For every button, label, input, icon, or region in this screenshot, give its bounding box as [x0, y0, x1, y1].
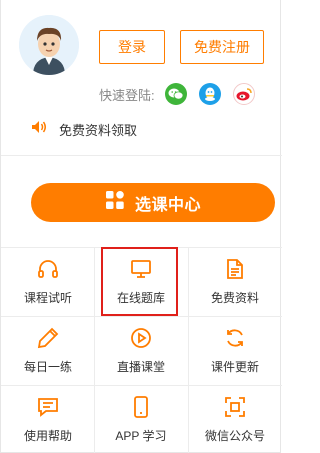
register-button[interactable]: 免费注册: [180, 30, 264, 64]
quick-login-label: 快速登陆:: [99, 87, 155, 103]
monitor-icon: [129, 257, 153, 281]
quick-login: 快速登陆:: [99, 83, 267, 105]
grid-item-label: 微信公众号: [204, 429, 265, 443]
document-icon: [223, 257, 247, 281]
user-panel: 登录 免费注册 快速登陆: 免费资料领取 选课中心 课程试听 在线题库 免费资料…: [0, 0, 282, 453]
qq-icon[interactable]: [198, 83, 221, 105]
free-materials-link[interactable]: 免费资料领取: [31, 120, 137, 138]
play-icon: [129, 326, 153, 350]
grid-item-live-class[interactable]: 直播课堂: [94, 316, 188, 385]
course-center-label: 选课中心: [134, 196, 201, 214]
grid-item-free-materials[interactable]: 免费资料: [188, 247, 282, 316]
grid-item-label: 课程试听: [23, 291, 72, 305]
scan-icon: [223, 395, 247, 419]
grid-item-label: APP 学习: [115, 429, 167, 443]
grid-item-daily-practice[interactable]: 每日一练: [1, 316, 95, 385]
headphones-icon: [36, 257, 60, 281]
grid-item-courseware-update[interactable]: 课件更新: [188, 316, 282, 385]
grid-item-label: 免费资料: [210, 291, 259, 305]
speaker-icon: [31, 120, 47, 139]
avatar: [19, 15, 79, 75]
chat-icon: [36, 395, 60, 419]
login-button[interactable]: 登录: [99, 30, 165, 64]
grid-item-label: 使用帮助: [23, 429, 72, 443]
grid-item-help[interactable]: 使用帮助: [1, 385, 95, 453]
quick-links-grid: 课程试听 在线题库 免费资料 每日一练 直播课堂 课件更新 使用帮助 APP 学…: [1, 247, 282, 453]
free-materials-label: 免费资料领取: [59, 122, 138, 138]
grid-item-online-question-bank[interactable]: 在线题库: [94, 247, 188, 316]
wechat-icon[interactable]: [164, 83, 187, 105]
course-center-button[interactable]: 选课中心: [31, 183, 275, 222]
grid-item-label: 每日一练: [23, 360, 72, 374]
refresh-icon: [223, 326, 247, 350]
grid-item-app-learning[interactable]: APP 学习: [94, 385, 188, 453]
grid-item-wechat-official[interactable]: 微信公众号: [188, 385, 282, 453]
grid-icon: [105, 190, 125, 215]
grid-item-label: 课件更新: [210, 360, 259, 374]
grid-item-course-trial[interactable]: 课程试听: [1, 247, 95, 316]
grid-item-label: 在线题库: [116, 291, 165, 305]
phone-icon: [129, 395, 153, 419]
pencil-icon: [36, 326, 60, 350]
weibo-icon[interactable]: [232, 83, 255, 105]
divider: [1, 155, 282, 156]
grid-item-label: 直播课堂: [116, 360, 165, 374]
